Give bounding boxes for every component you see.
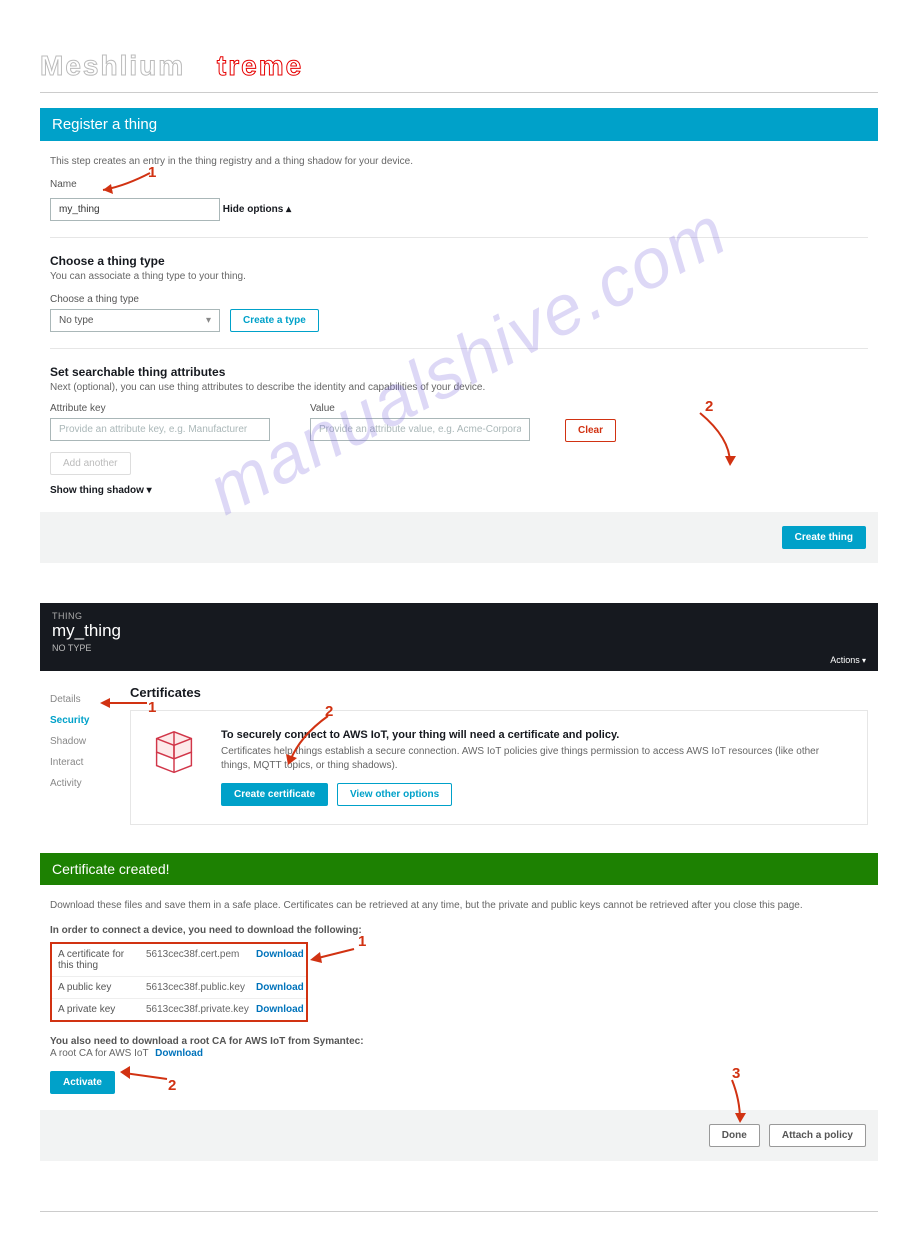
- thing-type-select[interactable]: No type: [50, 309, 220, 332]
- thing-banner: THING my_thing NO TYPE Actions: [40, 603, 878, 671]
- attr-value-label: Value: [310, 403, 555, 414]
- certificates-heading: Certificates: [130, 685, 868, 700]
- sidebar-item-details[interactable]: Details: [50, 689, 120, 710]
- show-thing-shadow-toggle[interactable]: Show thing shadow: [50, 485, 152, 496]
- cert-created-footer: Done Attach a policy: [40, 1110, 878, 1161]
- row-file: 5613cec38f.private.key: [140, 999, 250, 1020]
- cert-card-title: To securely connect to AWS IoT, your thi…: [221, 729, 849, 741]
- root-ca-heading: You also need to download a root CA for …: [50, 1036, 868, 1047]
- root-ca-text: A root CA for AWS IoT: [50, 1048, 148, 1059]
- masthead: Meshlium treme: [40, 0, 878, 93]
- download-link[interactable]: Download: [256, 982, 304, 993]
- clear-button[interactable]: Clear: [565, 419, 616, 442]
- row-label: A private key: [52, 999, 140, 1020]
- sidebar-item-shadow[interactable]: Shadow: [50, 731, 120, 752]
- cert-created-intro: Download these files and save them in a …: [50, 899, 868, 913]
- name-label: Name: [50, 179, 868, 190]
- done-button[interactable]: Done: [709, 1124, 760, 1147]
- table-row: A public key 5613cec38f.public.key Downl…: [52, 977, 306, 999]
- create-type-button[interactable]: Create a type: [230, 309, 319, 332]
- create-thing-button[interactable]: Create thing: [782, 526, 866, 549]
- thing-type-heading: Choose a thing type: [50, 254, 868, 268]
- name-input[interactable]: [50, 198, 220, 221]
- download-link[interactable]: Download: [256, 1004, 304, 1015]
- thing-detail-panel: THING my_thing NO TYPE Actions Details S…: [40, 603, 878, 835]
- cert-card-desc: Certificates help things establish a sec…: [221, 745, 849, 773]
- thing-eyebrow: THING: [52, 611, 866, 621]
- cert-created-banner: Certificate created!: [40, 853, 878, 885]
- masthead-word-b: treme: [217, 50, 303, 81]
- thing-main: Certificates To securely connect to AWS …: [130, 685, 868, 825]
- hide-options-toggle[interactable]: Hide options: [223, 204, 291, 215]
- table-row: A private key 5613cec38f.private.key Dow…: [52, 999, 306, 1020]
- attr-value-input[interactable]: [310, 418, 530, 441]
- register-banner: Register a thing: [40, 108, 878, 141]
- thing-type-selected-value: No type: [59, 315, 93, 326]
- register-body: This step creates an entry in the thing …: [40, 141, 878, 506]
- attr-desc: Next (optional), you can use thing attri…: [50, 381, 868, 395]
- download-table: A certificate for this thing 5613cec38f.…: [50, 942, 308, 1022]
- thing-notype: NO TYPE: [52, 643, 866, 653]
- thing-type-label: Choose a thing type: [50, 294, 868, 305]
- register-intro: This step creates an entry in the thing …: [50, 155, 868, 169]
- download-link[interactable]: Download: [256, 949, 304, 960]
- thing-sidebar: Details Security Shadow Interact Activit…: [50, 685, 120, 794]
- attr-key-label: Attribute key: [50, 403, 300, 414]
- thing-name-title: my_thing: [52, 621, 866, 641]
- root-ca-line: A root CA for AWS IoT Download: [50, 1047, 868, 1061]
- attach-policy-button[interactable]: Attach a policy: [769, 1124, 866, 1147]
- download-header: In order to connect a device, you need t…: [50, 925, 868, 936]
- view-other-options-button[interactable]: View other options: [337, 783, 452, 806]
- cert-created-body: Download these files and save them in a …: [40, 885, 878, 1104]
- register-footer: Create thing: [40, 512, 878, 563]
- row-label: A certificate for this thing: [52, 944, 140, 976]
- sidebar-item-interact[interactable]: Interact: [50, 752, 120, 773]
- row-file: 5613cec38f.cert.pem: [140, 944, 250, 976]
- thing-type-desc: You can associate a thing type to your t…: [50, 270, 868, 284]
- shield-boxes-icon: [145, 725, 203, 783]
- cert-created-panel: Certificate created! Download these file…: [40, 853, 878, 1161]
- cert-card: To securely connect to AWS IoT, your thi…: [130, 710, 868, 825]
- activate-button[interactable]: Activate: [50, 1071, 115, 1094]
- sidebar-item-security[interactable]: Security: [50, 710, 120, 731]
- row-file: 5613cec38f.public.key: [140, 977, 250, 998]
- table-row: A certificate for this thing 5613cec38f.…: [52, 944, 306, 977]
- create-certificate-button[interactable]: Create certificate: [221, 783, 328, 806]
- attr-key-input[interactable]: [50, 418, 270, 441]
- add-another-button: Add another: [50, 452, 131, 475]
- masthead-word-a: Meshlium: [40, 50, 185, 81]
- chevron-down-icon: [206, 315, 211, 326]
- register-thing-panel: Register a thing This step creates an en…: [40, 108, 878, 563]
- sidebar-item-activity[interactable]: Activity: [50, 773, 120, 794]
- root-ca-download-link[interactable]: Download: [155, 1048, 203, 1059]
- page-bottom-rule: [40, 1211, 878, 1212]
- thing-body: Details Security Shadow Interact Activit…: [40, 671, 878, 835]
- row-label: A public key: [52, 977, 140, 998]
- actions-menu[interactable]: Actions: [52, 653, 866, 665]
- attr-heading: Set searchable thing attributes: [50, 365, 868, 379]
